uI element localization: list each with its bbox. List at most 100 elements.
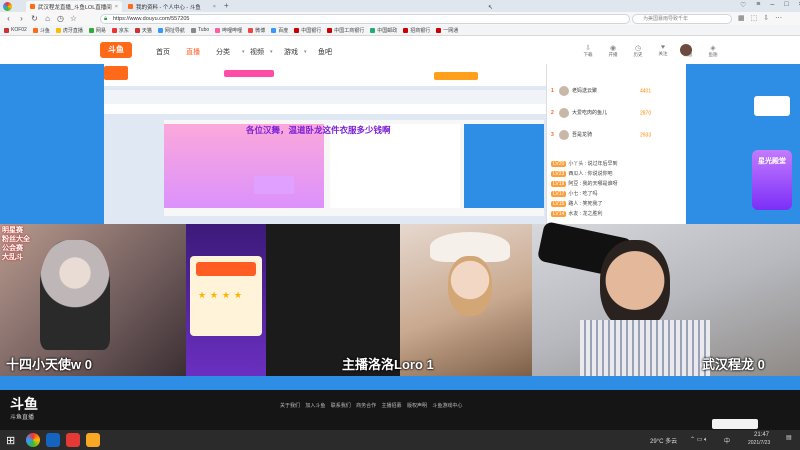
rank-row[interactable]: 2 大爱吃肉的鱼儿 2870 [551, 108, 683, 118]
bookmark-item[interactable]: 中国银行 [294, 27, 321, 34]
maximize-icon[interactable]: □ [784, 1, 788, 9]
download-icon[interactable]: ⇩ [763, 14, 769, 22]
rank-name: 吾是龙骑 [572, 132, 593, 139]
header-action[interactable]: ◈ 鱼翅 [705, 44, 721, 58]
level-badge: LV23 [551, 171, 567, 177]
reload-icon[interactable]: ↻ [30, 14, 39, 23]
star-icon[interactable]: ☆ [69, 14, 78, 23]
minimize-icon[interactable]: – [770, 1, 774, 9]
bookmark-item[interactable]: 虎牙直播 [55, 27, 83, 34]
bookmark-icon [32, 27, 38, 33]
clock-time[interactable]: 21:47 [754, 432, 769, 438]
bookmark-label: 百度 [278, 27, 289, 34]
overlay-line: 大乱斗 [2, 254, 23, 261]
header-action[interactable]: ◉ 开播 [605, 44, 621, 58]
promo-card[interactable] [754, 96, 790, 116]
level-badge: LV15 [551, 201, 567, 207]
rank-row[interactable]: 3 吾是龙骑 2933 [551, 130, 683, 140]
bookmarks-bar: KOF02 斗鱼 虎牙直播 网易 京东 天猫 网址导航 Tubo 哔哩哔哩 微博 百度 中国银行 中国工… [0, 25, 800, 36]
browser-search-box[interactable]: 为美国暴雨导致千年 [632, 14, 732, 24]
cam-1-label: 十四小天使w 0 [6, 357, 92, 372]
bookmark-icon [271, 27, 277, 33]
level-badge: LV20 [551, 161, 567, 167]
bookmark-label: 微博 [255, 27, 266, 34]
extensions-icon[interactable]: ⬚ [751, 14, 758, 22]
tab-active[interactable]: 武汉程龙直播_斗鱼LOL直播间 × [26, 1, 122, 12]
clock-date[interactable]: 2021/7/23 [748, 440, 770, 446]
header-action[interactable]: ♥ 关注 [655, 44, 671, 58]
site-footer [0, 390, 800, 430]
bookmark-item[interactable]: 京东 [111, 27, 129, 34]
close-tab-icon[interactable]: × [115, 4, 118, 10]
bookmark-label: 中国邮政 [377, 27, 398, 34]
history-icon[interactable]: ◷ [56, 14, 65, 23]
nav-category[interactable]: 分类 [216, 47, 230, 57]
lock-icon: 🔒︎ [104, 16, 108, 22]
stream-bottom-bar [0, 376, 800, 390]
bookmark-item[interactable]: 网址导航 [157, 27, 185, 34]
bookmark-item[interactable]: 网易 [88, 27, 106, 34]
chat-message: LV15 路人 : 笑死我了 [551, 200, 681, 207]
footer-links[interactable]: 关于我们 加入斗鱼 联系我们 商务合作 主播招募 版权声明 斗鱼游戏中心 [280, 402, 462, 409]
host-face [600, 240, 670, 330]
weather-text[interactable]: 29°C 多云 [650, 436, 677, 445]
guest-face [448, 256, 492, 316]
grid-icon[interactable]: ▦ [738, 14, 745, 22]
bookmark-item[interactable]: 招商银行 [403, 27, 430, 34]
bookmark-item[interactable]: KOF02 [4, 27, 27, 33]
star-icon: ★ [210, 290, 219, 300]
home-icon[interactable]: ⌂ [43, 14, 52, 23]
nav-video[interactable]: 视频 [250, 47, 264, 57]
bookmark-item[interactable]: 微博 [248, 27, 265, 34]
bookmark-icon [370, 27, 376, 33]
windows-start-icon[interactable]: ⊞ [6, 434, 15, 447]
header-action-label: 历史 [633, 52, 643, 57]
bookmark-item[interactable]: 斗鱼 [32, 27, 50, 34]
bookmark-item[interactable]: 百度 [271, 27, 288, 34]
folder-app-icon[interactable] [86, 433, 100, 447]
bookmark-label: 中国银行 [301, 27, 322, 34]
bookmark-item[interactable]: 天猫 [134, 27, 152, 34]
bookmark-item[interactable]: 中国邮政 [370, 27, 397, 34]
nav-live[interactable]: 直播 [186, 47, 200, 57]
nav-game[interactable]: 游戏 [284, 47, 298, 57]
tray-icons[interactable]: ⌃ ▭ 🔈︎ [690, 436, 708, 444]
user-avatar[interactable] [680, 44, 692, 56]
bookmark-item[interactable]: 中国工商银行 [327, 27, 364, 34]
ime-indicator[interactable]: 中 [724, 436, 730, 445]
edge-app-icon[interactable] [46, 433, 60, 447]
bookmark-item[interactable]: Tubo [190, 27, 209, 33]
app-6-icon[interactable] [66, 433, 80, 447]
header-action[interactable]: ◷ 历史 [630, 44, 646, 58]
rank-row[interactable]: 1 老妈送云聚 4401 [551, 86, 683, 96]
back-icon[interactable]: ‹ [4, 14, 13, 23]
rank-name: 老妈送云聚 [572, 88, 598, 95]
address-bar[interactable]: 🔒︎ https://www.douyu.com/557205 [100, 14, 630, 24]
download-icon: ⇩ [585, 45, 591, 52]
bookmark-item[interactable]: 哔哩哔哩 [215, 27, 242, 34]
nav-home[interactable]: 首页 [156, 47, 170, 57]
promo-badge[interactable]: 星光殿堂 [752, 150, 792, 210]
nav-yuba[interactable]: 鱼吧 [318, 47, 332, 57]
bookmark-label: 虎牙直播 [62, 27, 83, 34]
browser-logo-icon[interactable] [3, 2, 12, 11]
menu-icon[interactable]: ≡ [756, 1, 760, 9]
forward-icon[interactable]: › [17, 14, 26, 23]
new-tab-icon[interactable]: + [224, 1, 229, 10]
header-action[interactable]: ⇩ 下载 [580, 44, 596, 58]
bookmark-label: 中国工商银行 [334, 27, 365, 34]
close-tab-icon[interactable]: × [213, 4, 216, 10]
douyu-logo[interactable]: 斗鱼 [100, 42, 132, 58]
bookmark-item[interactable]: 一网通 [436, 27, 458, 34]
avatar [559, 130, 569, 140]
browser-app-icon[interactable] [26, 433, 40, 447]
search-placeholder: 为美国暴雨导致千年 [643, 16, 689, 22]
rank-number: 2 [551, 110, 554, 117]
bookmark-label: 斗鱼 [39, 27, 50, 34]
tab-label: 武汉程龙直播_斗鱼LOL直播间 [37, 4, 112, 11]
more-icon[interactable]: ⋯ [775, 14, 782, 22]
tab-profile[interactable]: 我的资料 - 个人中心 - 斗鱼 × [124, 1, 220, 12]
heart-icon[interactable]: ♡ [740, 1, 746, 9]
ime-toolbar[interactable] [712, 419, 758, 429]
notification-icon[interactable]: ▤ [786, 434, 792, 441]
